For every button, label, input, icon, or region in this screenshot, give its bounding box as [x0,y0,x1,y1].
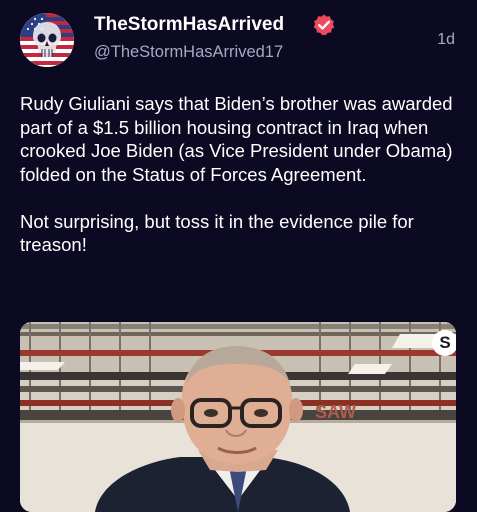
verified-badge-icon [313,14,335,36]
avatar[interactable] [20,13,74,67]
post-card: TheStormHasArrived @TheStormHasArrived17… [0,0,477,512]
punisher-flag-avatar-icon [20,13,74,67]
post-text: Rudy Giuliani says that Biden’s brother … [20,92,465,257]
author-display-name[interactable]: TheStormHasArrived [94,14,284,36]
background-sign-text: SAW [315,402,356,422]
post-paragraph: Rudy Giuliani says that Biden’s brother … [20,93,453,185]
video-thumbnail[interactable]: SAW S [20,322,456,512]
thumbnail-image: SAW [20,322,456,512]
post-timestamp[interactable]: 1d [437,31,455,49]
post-paragraph: Not surprising, but toss it in the evide… [20,210,414,256]
author-handle[interactable]: @TheStormHasArrived17 [94,43,283,62]
media-source-badge-icon[interactable]: S [432,330,456,356]
